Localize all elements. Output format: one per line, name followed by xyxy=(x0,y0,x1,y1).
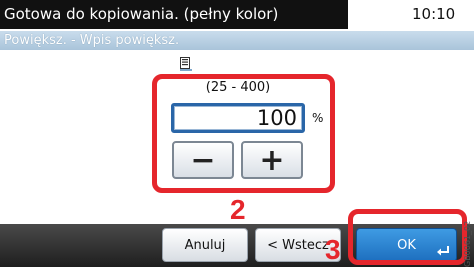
cancel-button[interactable]: Anuluj xyxy=(162,228,248,262)
original-document-icon xyxy=(180,57,192,71)
highlight-zoom-entry xyxy=(152,74,335,193)
screen-subtitle: Powiększ. - Wpis powiększ. xyxy=(0,31,474,50)
highlight-ok xyxy=(348,209,467,265)
step-number-2: 2 xyxy=(230,194,246,225)
status-title: Gotowa do kopiowania. (pełny kolor) xyxy=(0,0,348,29)
clock: 10:10 xyxy=(412,5,456,23)
figure-code: GB0061_02 xyxy=(463,220,472,267)
status-bar: Gotowa do kopiowania. (pełny kolor) 10:1… xyxy=(0,0,474,29)
step-number-3: 3 xyxy=(325,234,341,265)
